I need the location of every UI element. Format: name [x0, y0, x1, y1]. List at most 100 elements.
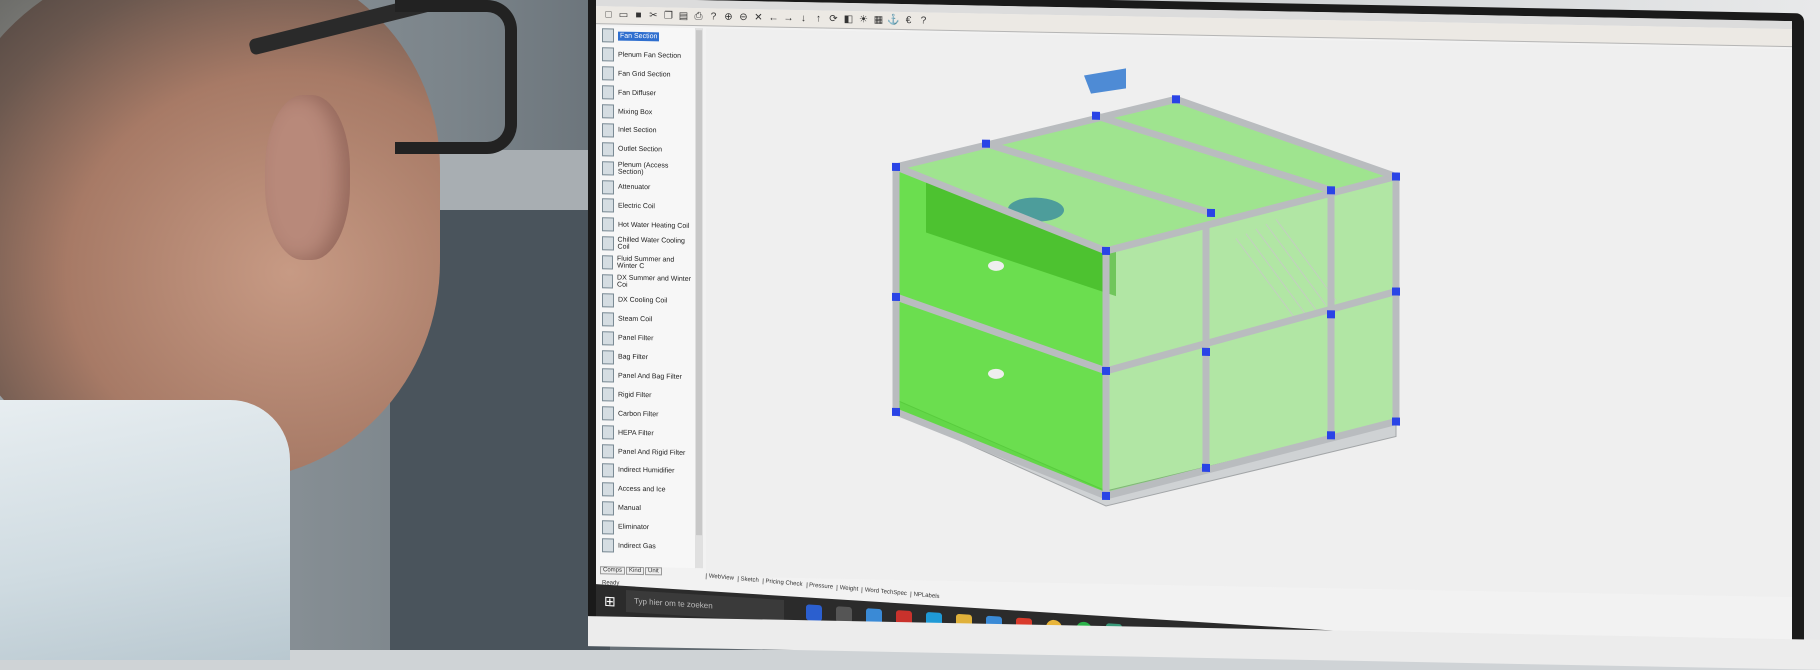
sidebar-item[interactable]: Steam Coil [600, 310, 695, 331]
component-icon [602, 312, 614, 327]
new-icon[interactable]: □ [602, 8, 615, 21]
sidebar-item-label: Hot Water Heating Coil [618, 221, 690, 230]
sidebar-item[interactable]: DX Summer and Winter Coi [600, 272, 695, 293]
arrow-right-icon[interactable]: → [782, 12, 795, 25]
component-icon [602, 330, 614, 346]
sidebar-item[interactable]: Carbon Filter [600, 404, 695, 425]
sidebar-item[interactable]: Plenum (Access Section) [600, 158, 695, 179]
sidebar-item[interactable]: Inlet Section [600, 121, 695, 142]
sidebar-item-label: Fan Diffuser [618, 89, 656, 97]
sidebar-item-label: Rigid Filter [618, 391, 652, 400]
sidebar-item[interactable]: Fan Section [600, 26, 695, 47]
sidebar-item[interactable]: Plenum Fan Section [600, 45, 695, 66]
sidebar-item[interactable]: Manual [600, 498, 695, 519]
tab-weight[interactable]: Weight [836, 584, 861, 594]
arrow-up-icon[interactable]: ↑ [812, 12, 825, 25]
sidebar-item-label: Indirect Gas [618, 542, 656, 551]
sidebar-item-label: Fan Grid Section [618, 70, 671, 79]
sidebar-item[interactable]: Panel And Bag Filter [600, 366, 695, 387]
component-icon [602, 368, 614, 383]
sidebar-item-label: Chilled Water Cooling Coil [617, 236, 685, 252]
sidebar-item[interactable]: DX Cooling Coil [600, 291, 695, 312]
paste-icon[interactable]: ▤ [677, 10, 690, 23]
tab-webview[interactable]: WebView [705, 573, 737, 582]
monitor: □ ▭ ■ ✂ ❐ ▤ ⎙ ? ⊕ ⊖ ✕ ← → ↓ ↑ ⟳ ◧ ☀ ▦ ⚓ … [588, 0, 1804, 654]
euro-icon[interactable]: € [902, 14, 915, 27]
sidebar-item-label: Panel And Bag Filter [618, 372, 682, 381]
question-icon[interactable]: ? [917, 14, 930, 27]
component-icon [602, 179, 614, 195]
sidebar-item-label: Bag Filter [618, 353, 648, 362]
help-icon[interactable]: ? [707, 10, 720, 23]
sidebar-item[interactable]: Indirect Gas [600, 536, 695, 557]
anchor-icon[interactable]: ⚓ [887, 14, 900, 27]
grid-icon[interactable]: ▦ [872, 13, 885, 26]
component-icon [602, 255, 614, 270]
component-icon [602, 217, 614, 232]
component-icon [602, 274, 614, 289]
print-icon[interactable]: ⎙ [692, 10, 705, 23]
zoom-out-icon[interactable]: ⊖ [737, 11, 750, 24]
sidebar-item-label: Outlet Section [618, 145, 662, 154]
sidebar-item[interactable]: Fan Grid Section [600, 64, 695, 85]
sidebar-item-label: Plenum Fan Section [618, 51, 682, 60]
sidebar-item[interactable]: Indirect Humidifier [600, 461, 695, 482]
cut-icon[interactable]: ✂ [647, 9, 660, 22]
sidebar-item[interactable]: Chilled Water Cooling Coil [600, 234, 695, 255]
sidebar-item[interactable]: Outlet Section [600, 140, 695, 161]
tab-nplabels[interactable]: NPLabels [910, 591, 942, 601]
zoom-in-icon[interactable]: ⊕ [722, 11, 735, 24]
tab-comps[interactable]: Comps [600, 566, 626, 575]
sidebar-item-label: Plenum (Access Section) [617, 161, 669, 176]
component-icon [602, 406, 614, 421]
outlook-icon[interactable] [806, 604, 822, 622]
component-icon [602, 142, 614, 157]
scroll-thumb[interactable] [696, 30, 702, 536]
component-icon [602, 463, 614, 478]
windows-start-icon[interactable]: ⊞ [604, 593, 616, 611]
sidebar-item-label: Steam Coil [618, 315, 653, 324]
component-icon [602, 160, 614, 176]
sidebar-item[interactable]: Fluid Summer and Winter C [600, 253, 695, 274]
sidebar-item[interactable]: Bag Filter [600, 347, 695, 368]
view-icon[interactable]: ◧ [842, 13, 855, 26]
sidebar-item[interactable]: Fan Diffuser [600, 83, 695, 104]
sidebar-item[interactable]: Eliminator [600, 517, 695, 538]
sidebar-item[interactable]: Access and Ice [600, 480, 695, 501]
person-ear [265, 95, 350, 260]
sidebar-item[interactable]: Rigid Filter [600, 385, 695, 406]
sidebar-item-label: DX Cooling Coil [618, 296, 668, 305]
sidebar-item[interactable]: Panel And Rigid Filter [600, 442, 695, 463]
sidebar-item[interactable]: Mixing Box [600, 102, 695, 123]
tab-kind[interactable]: Kind [626, 566, 645, 576]
sidebar-item[interactable]: Attenuator [600, 177, 695, 198]
arrow-left-icon[interactable]: ← [767, 11, 780, 24]
person-shirt [0, 400, 290, 660]
close-icon[interactable]: ✕ [752, 11, 765, 24]
tab-unit[interactable]: Unit [645, 567, 662, 576]
light-icon[interactable]: ☀ [857, 13, 870, 26]
tab-pricing-check[interactable]: Pricing Check [762, 578, 805, 589]
component-icon [602, 66, 614, 81]
sidebar-item-label: Access and Ice [618, 485, 666, 494]
open-icon[interactable]: ▭ [617, 9, 630, 22]
save-icon[interactable]: ■ [632, 9, 645, 22]
tab-pressure[interactable]: Pressure [805, 582, 836, 591]
sidebar-item[interactable]: Panel Filter [600, 328, 695, 349]
copy-icon[interactable]: ❐ [662, 9, 675, 22]
sidebar-scrollbar[interactable] [695, 28, 703, 569]
sidebar-item[interactable]: HEPA Filter [600, 423, 695, 444]
arrow-down-icon[interactable]: ↓ [797, 12, 810, 25]
tab-word-techspec[interactable]: Word TechSpec [861, 587, 910, 598]
sidebar-item[interactable]: Electric Coil [600, 196, 695, 217]
rotate-icon[interactable]: ⟳ [827, 13, 840, 26]
glasses-lens [395, 0, 517, 154]
component-icon [602, 482, 614, 497]
sidebar-item-label: Mixing Box [618, 108, 653, 116]
component-sidebar: Fan Section Plenum Fan Section Fan Grid Se… [600, 26, 696, 569]
sidebar-item[interactable]: Hot Water Heating Coil [600, 215, 695, 236]
component-icon [602, 444, 614, 459]
3d-canvas[interactable] [706, 28, 1792, 598]
sidebar-item-label: Fluid Summer and Winter C [617, 255, 675, 271]
tab-sketch[interactable]: Sketch [737, 576, 762, 585]
